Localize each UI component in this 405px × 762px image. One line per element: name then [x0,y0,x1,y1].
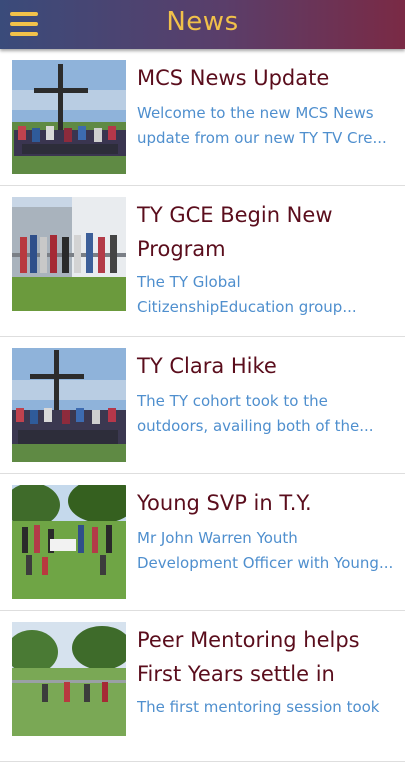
page-title: News [166,7,239,37]
news-title: Young SVP in T.Y. [137,491,312,515]
news-thumbnail [12,197,126,311]
news-thumbnail [12,60,126,174]
app-header: News [0,0,405,49]
news-list: MCS News Update Welcome to the new MCS N… [0,49,405,762]
news-excerpt: The first mentoring session took [137,698,380,716]
news-excerpt: The TY Global CitizenshipEducation group… [137,273,357,316]
news-item[interactable]: TY GCE Begin New Program The TY Global C… [0,186,405,337]
news-thumbnail [12,622,126,736]
news-excerpt: The TY cohort took to the outdoors, avai… [137,392,374,435]
news-title: TY Clara Hike [137,354,277,378]
news-item[interactable]: TY Clara Hike The TY cohort took to the … [0,337,405,474]
news-item[interactable]: MCS News Update Welcome to the new MCS N… [0,49,405,186]
news-item[interactable]: Young SVP in T.Y. Mr John Warren Youth D… [0,474,405,611]
news-title: TY GCE Begin New Program [137,203,333,261]
news-thumbnail [12,485,126,599]
news-thumbnail [12,348,126,462]
news-title: Peer Mentoring helps First Years settle … [137,628,360,686]
news-excerpt: Welcome to the new MCS News update from … [137,104,387,147]
news-item[interactable]: Peer Mentoring helps First Years settle … [0,611,405,762]
news-excerpt: Mr John Warren Youth Development Officer… [137,529,394,572]
news-title: MCS News Update [137,66,330,90]
